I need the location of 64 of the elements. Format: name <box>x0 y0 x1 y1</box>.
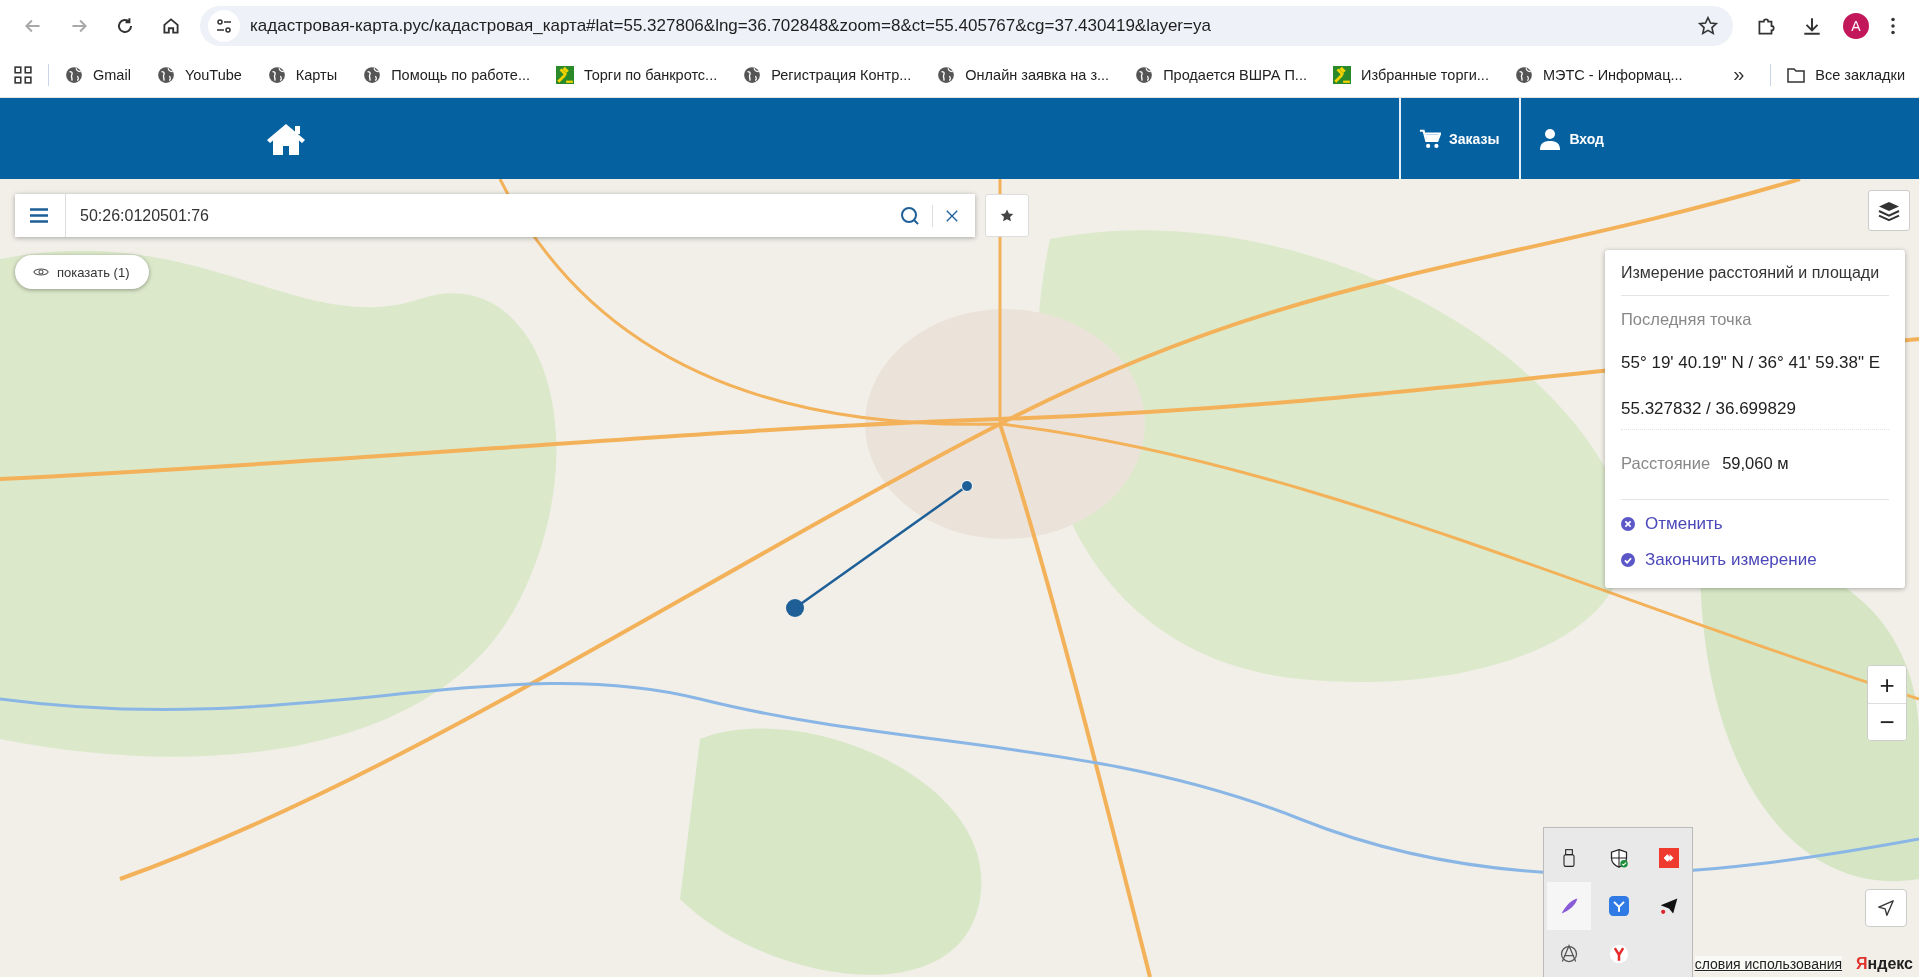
zoom-out-button[interactable]: − <box>1868 703 1906 740</box>
terms-link[interactable]: словия использования <box>1694 956 1843 972</box>
favorite-button[interactable] <box>985 194 1029 237</box>
close-icon[interactable] <box>945 208 959 223</box>
globe-icon <box>743 65 762 84</box>
search-icon[interactable] <box>900 205 920 226</box>
search-field[interactable]: 50:26:0120501:76 <box>15 194 975 237</box>
bookmark-link[interactable]: Избранные торги... <box>1332 65 1489 84</box>
browser-icon[interactable] <box>1609 896 1629 916</box>
panel-title: Измерение расстояний и площади <box>1621 250 1889 296</box>
coordinates-text: 55° 19' 40.19" N / 36° 41' 59.38" E <box>1621 353 1881 373</box>
distance-value: 59,060 м <box>1722 454 1789 473</box>
gavel-icon <box>556 65 574 84</box>
apps-icon[interactable] <box>14 65 32 84</box>
remote-desktop-icon[interactable] <box>1659 848 1679 868</box>
shield-icon[interactable] <box>1609 848 1629 868</box>
map-brand-logo[interactable]: Яндекс <box>1856 955 1913 973</box>
home-icon[interactable] <box>266 121 306 156</box>
coordinates-text: 55.327832 / 36.699829 <box>1621 399 1797 419</box>
globe-icon <box>937 65 956 84</box>
layers-icon <box>1878 200 1900 221</box>
bookmark-link[interactable]: YouTube <box>156 65 242 84</box>
bookmark-link[interactable]: Онлайн заявка на з... <box>937 65 1110 84</box>
gavel-icon <box>1332 65 1351 84</box>
globe-icon <box>65 65 83 84</box>
bookmark-link[interactable]: Регистрация Контр... <box>743 65 912 84</box>
panel-action-link[interactable]: Закончить измерение <box>1621 550 1889 570</box>
all-bookmarks-link[interactable]: Все закладки <box>1787 65 1905 84</box>
show-button[interactable]: показать (1) <box>15 255 150 289</box>
panel-action-link[interactable]: Отменить <box>1621 514 1889 534</box>
navigation-arrow-icon <box>1877 899 1895 917</box>
folder-icon <box>1787 65 1806 84</box>
globe-icon <box>363 65 382 84</box>
more-bookmarks-button[interactable]: » <box>1733 63 1745 86</box>
check-circle-icon <box>1621 553 1635 567</box>
distance-label: Расстояние <box>1621 454 1711 473</box>
yandex-browser-icon[interactable] <box>1609 944 1629 964</box>
user-icon <box>1539 127 1562 150</box>
menu-icon[interactable] <box>1889 15 1897 37</box>
bookmark-link[interactable]: Карты <box>267 65 338 84</box>
bookmark-link[interactable]: Gmail <box>65 65 131 84</box>
globe-icon <box>156 65 175 84</box>
bookmark-link[interactable]: Торги по банкротс... <box>556 65 718 84</box>
last-point-label: Последняя точка <box>1621 310 1753 329</box>
globe-icon <box>267 65 286 84</box>
globe-icon <box>1514 65 1533 84</box>
cart-icon <box>1418 127 1441 150</box>
locate-button[interactable] <box>1865 889 1907 927</box>
site-info-icon[interactable] <box>208 10 240 42</box>
paper-plane-icon[interactable] <box>1659 896 1679 916</box>
bookmark-link[interactable]: МЭТС - Информац... <box>1514 65 1683 84</box>
eye-icon <box>33 267 49 277</box>
bookmark-star-icon[interactable] <box>1697 15 1719 37</box>
layers-button[interactable] <box>1868 190 1910 231</box>
url-text: кадастровая-карта.рус/кадастровая_карта#lat=55.327806&lng=36.702848&zoom=8&ct=55.405767&cg=37.430419&layer=ya <box>250 16 1212 36</box>
address-bar[interactable]: кадастровая-карта.рус/кадастровая_карта#lat=55.327806&lng=36.702848&zoom=8&ct=55.405767&cg=37.430419&layer=ya <box>200 6 1733 46</box>
profile-avatar[interactable]: A <box>1843 13 1869 39</box>
feather-icon[interactable] <box>1547 882 1591 930</box>
bookmark-link[interactable]: Продается ВШРА П... <box>1135 65 1307 84</box>
cancel-icon <box>1621 517 1635 531</box>
download-icon[interactable] <box>1801 15 1823 37</box>
anarchy-icon[interactable] <box>1559 944 1579 964</box>
globe-icon <box>1135 65 1154 84</box>
bookmark-link[interactable]: Помощь по работе... <box>363 65 530 84</box>
